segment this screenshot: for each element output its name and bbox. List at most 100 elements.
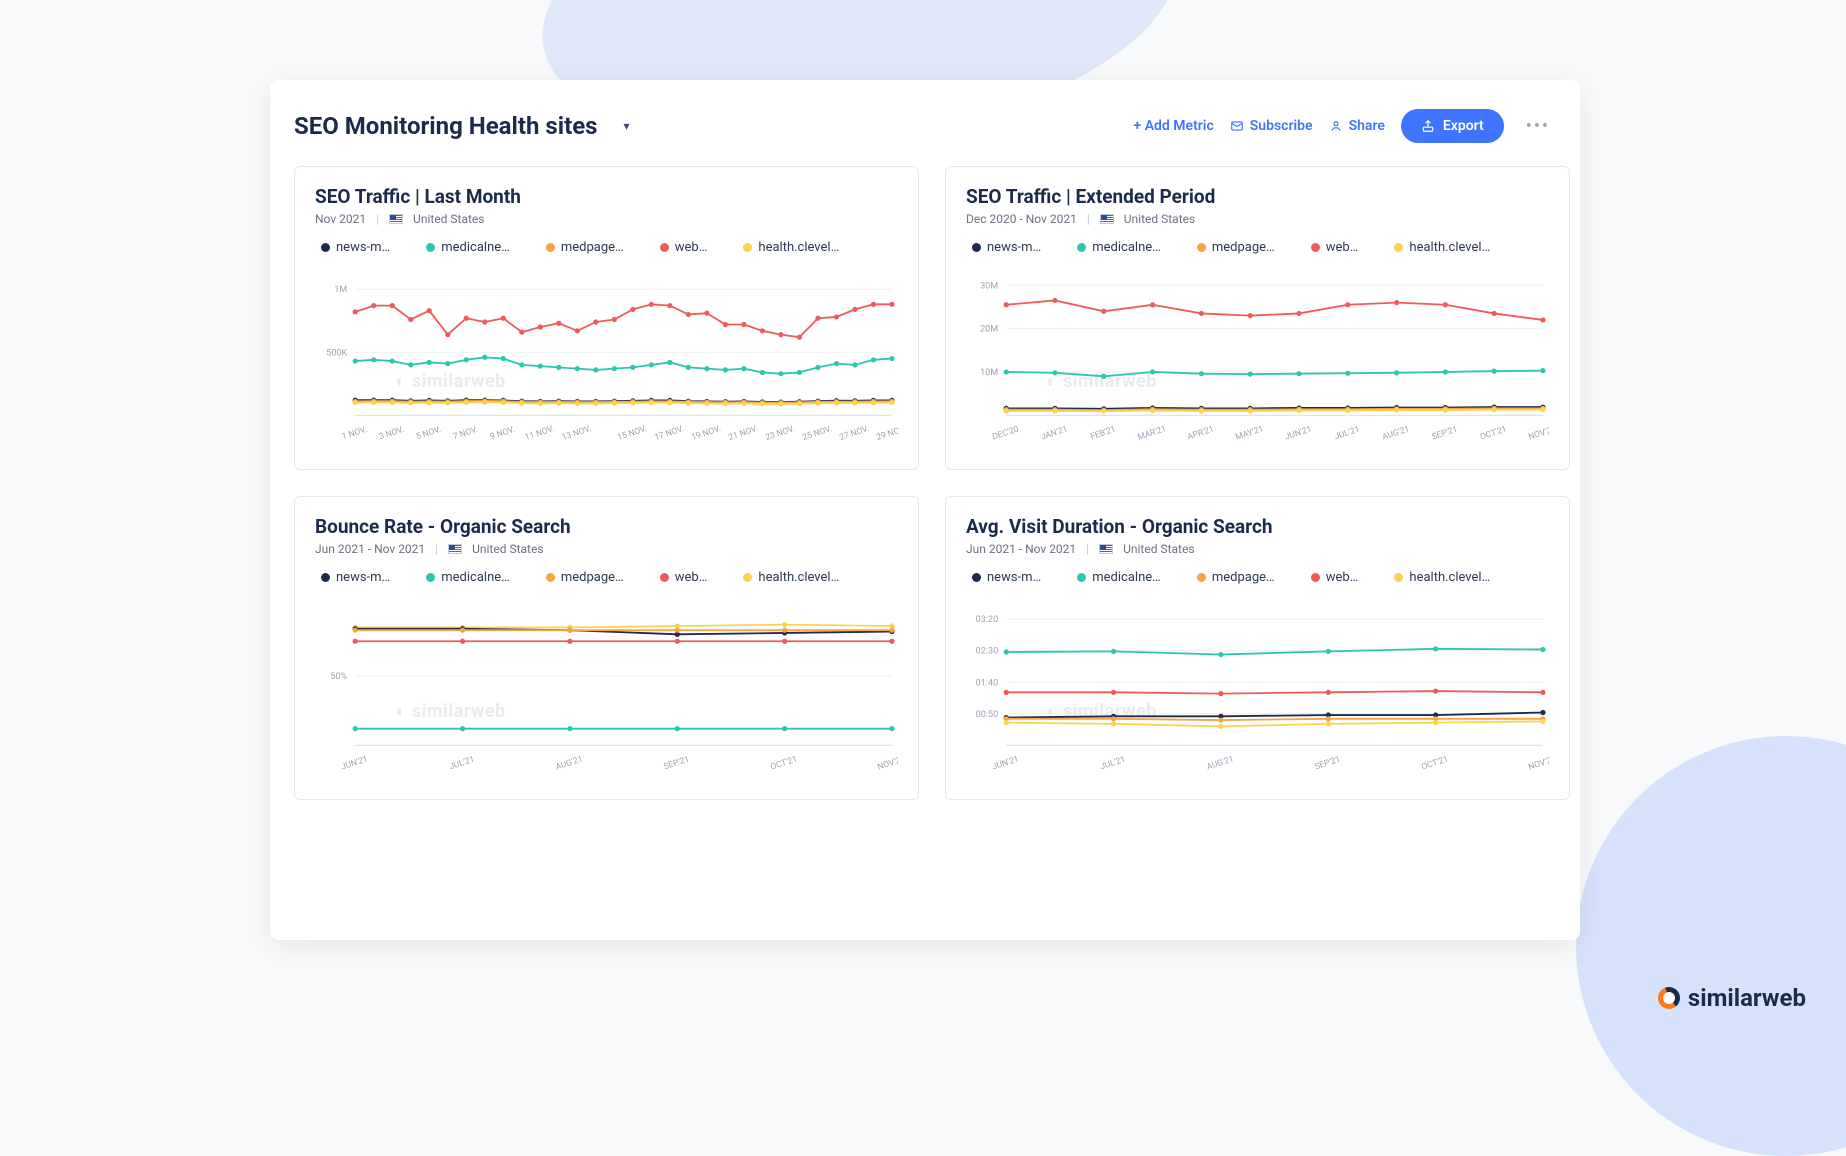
- legend-dot-icon: [1197, 243, 1206, 252]
- legend-item[interactable]: news-m…: [321, 570, 390, 585]
- similarweb-wordmark: similarweb: [1688, 984, 1806, 1012]
- svg-text:13 NOV.: 13 NOV.: [561, 424, 593, 443]
- legend-dot-icon: [1197, 573, 1206, 582]
- card-seo-last: SEO Traffic | Last Month Nov 2021 | Unit…: [294, 166, 919, 470]
- card-region: United States: [413, 212, 484, 226]
- user-icon: [1329, 119, 1343, 133]
- svg-text:MAR'21: MAR'21: [1136, 424, 1167, 443]
- svg-text:MAY'21: MAY'21: [1234, 424, 1265, 442]
- card-avd: Avg. Visit Duration - Organic Search Jun…: [945, 496, 1570, 800]
- legend-item[interactable]: medpage…: [1197, 240, 1275, 255]
- card-chart: 50%◐ similarwebJUN'21JUL'21AUG'21SEP'21O…: [315, 591, 898, 781]
- svg-text:9 NOV.: 9 NOV.: [489, 425, 516, 442]
- card-title: SEO Traffic | Extended Period: [966, 185, 1549, 208]
- card-legend: news-m… medicalne… medpage… web… health.clev…: [972, 570, 1543, 585]
- legend-dot-icon: [321, 573, 330, 582]
- svg-text:25 NOV.: 25 NOV.: [801, 424, 833, 443]
- legend-label: web…: [675, 570, 708, 585]
- svg-text:03:20: 03:20: [976, 615, 999, 625]
- legend-label: news-m…: [987, 240, 1041, 255]
- card-subtitle: Jun 2021 - Nov 2021 | United States: [315, 542, 898, 556]
- svg-text:JUL'21: JUL'21: [1333, 425, 1361, 443]
- legend-item[interactable]: news-m…: [321, 240, 390, 255]
- legend-dot-icon: [1077, 243, 1086, 252]
- svg-text:◐ similarweb: ◐ similarweb: [395, 701, 505, 722]
- svg-text:21 NOV.: 21 NOV.: [727, 424, 759, 443]
- dashboard-panel: SEO Monitoring Health sites ▾ + Add Metr…: [270, 80, 1580, 940]
- legend-item[interactable]: health.clevel…: [743, 570, 839, 585]
- legend-item[interactable]: news-m…: [972, 570, 1041, 585]
- svg-text:500K: 500K: [326, 348, 347, 358]
- legend-dot-icon: [743, 573, 752, 582]
- charts-grid: SEO Traffic | Last Month Nov 2021 | Unit…: [294, 166, 1556, 800]
- legend-label: medicalne…: [1092, 240, 1161, 255]
- svg-text:00:50: 00:50: [976, 710, 999, 720]
- card-legend: news-m… medicalne… medpage… web… health.clev…: [972, 240, 1543, 255]
- svg-text:5 NOV.: 5 NOV.: [415, 425, 442, 442]
- card-legend: news-m… medicalne… medpage… web… health.clev…: [321, 570, 892, 585]
- svg-text:50%: 50%: [330, 672, 347, 682]
- card-bounce: Bounce Rate - Organic Search Jun 2021 - …: [294, 496, 919, 800]
- legend-dot-icon: [1311, 573, 1320, 582]
- legend-label: web…: [675, 240, 708, 255]
- export-label: Export: [1443, 118, 1484, 134]
- legend-item[interactable]: web…: [660, 570, 708, 585]
- legend-item[interactable]: medicalne…: [1077, 570, 1161, 585]
- legend-item[interactable]: medicalne…: [1077, 240, 1161, 255]
- legend-item[interactable]: health.clevel…: [1394, 570, 1490, 585]
- similarweb-logo: similarweb: [1658, 984, 1806, 1012]
- legend-item[interactable]: medicalne…: [426, 240, 510, 255]
- legend-label: health.clevel…: [1409, 570, 1490, 585]
- card-title: Bounce Rate - Organic Search: [315, 515, 898, 538]
- svg-text:01:40: 01:40: [976, 678, 999, 688]
- svg-text:27 NOV.: 27 NOV.: [838, 424, 870, 443]
- legend-item[interactable]: medpage…: [546, 240, 624, 255]
- subscribe-button[interactable]: Subscribe: [1230, 118, 1313, 134]
- card-chart: 500K1M◐ similarweb1 NOV.3 NOV.5 NOV.7 NO…: [315, 261, 898, 451]
- svg-text:1M: 1M: [334, 285, 347, 295]
- legend-item[interactable]: news-m…: [972, 240, 1041, 255]
- legend-dot-icon: [1394, 573, 1403, 582]
- legend-label: news-m…: [987, 570, 1041, 585]
- card-period: Jun 2021 - Nov 2021: [966, 542, 1076, 556]
- svg-text:17 NOV.: 17 NOV.: [653, 424, 685, 443]
- svg-text:JUL'21: JUL'21: [448, 755, 476, 773]
- card-subtitle: Nov 2021 | United States: [315, 212, 898, 226]
- svg-text:DEC'20: DEC'20: [991, 425, 1020, 443]
- svg-text:23 NOV.: 23 NOV.: [764, 424, 796, 443]
- legend-item[interactable]: medicalne…: [426, 570, 510, 585]
- legend-label: medpage…: [561, 570, 624, 585]
- svg-text:SEP'21: SEP'21: [1431, 425, 1459, 443]
- legend-dot-icon: [426, 243, 435, 252]
- legend-dot-icon: [321, 243, 330, 252]
- card-period: Nov 2021: [315, 212, 366, 226]
- more-menu-icon[interactable]: •••: [1520, 116, 1556, 137]
- legend-item[interactable]: medpage…: [1197, 570, 1275, 585]
- flag-us-icon: [1099, 544, 1113, 554]
- svg-text:11 NOV.: 11 NOV.: [524, 424, 556, 443]
- legend-item[interactable]: medpage…: [546, 570, 624, 585]
- legend-item[interactable]: health.clevel…: [1394, 240, 1490, 255]
- legend-label: medicalne…: [441, 240, 510, 255]
- svg-text:10M: 10M: [980, 368, 998, 378]
- legend-item[interactable]: health.clevel…: [743, 240, 839, 255]
- legend-label: news-m…: [336, 240, 390, 255]
- card-chart: 10M20M30M◐ similarwebDEC'20JAN'21FEB'21M…: [966, 261, 1549, 451]
- legend-item[interactable]: web…: [660, 240, 708, 255]
- add-metric-button[interactable]: + Add Metric: [1134, 118, 1214, 134]
- export-button[interactable]: Export: [1401, 109, 1504, 143]
- card-period: Jun 2021 - Nov 2021: [315, 542, 425, 556]
- legend-dot-icon: [546, 573, 555, 582]
- svg-text:OCT'21: OCT'21: [1420, 755, 1449, 773]
- legend-item[interactable]: web…: [1311, 570, 1359, 585]
- card-subtitle: Jun 2021 - Nov 2021 | United States: [966, 542, 1549, 556]
- legend-item[interactable]: web…: [1311, 240, 1359, 255]
- card-title: SEO Traffic | Last Month: [315, 185, 898, 208]
- legend-label: medicalne…: [1092, 570, 1161, 585]
- export-icon: [1421, 119, 1435, 133]
- card-title: Avg. Visit Duration - Organic Search: [966, 515, 1549, 538]
- legend-dot-icon: [1077, 573, 1086, 582]
- dashboard-dropdown-icon[interactable]: ▾: [614, 113, 640, 139]
- share-button[interactable]: Share: [1329, 118, 1385, 134]
- legend-label: health.clevel…: [1409, 240, 1490, 255]
